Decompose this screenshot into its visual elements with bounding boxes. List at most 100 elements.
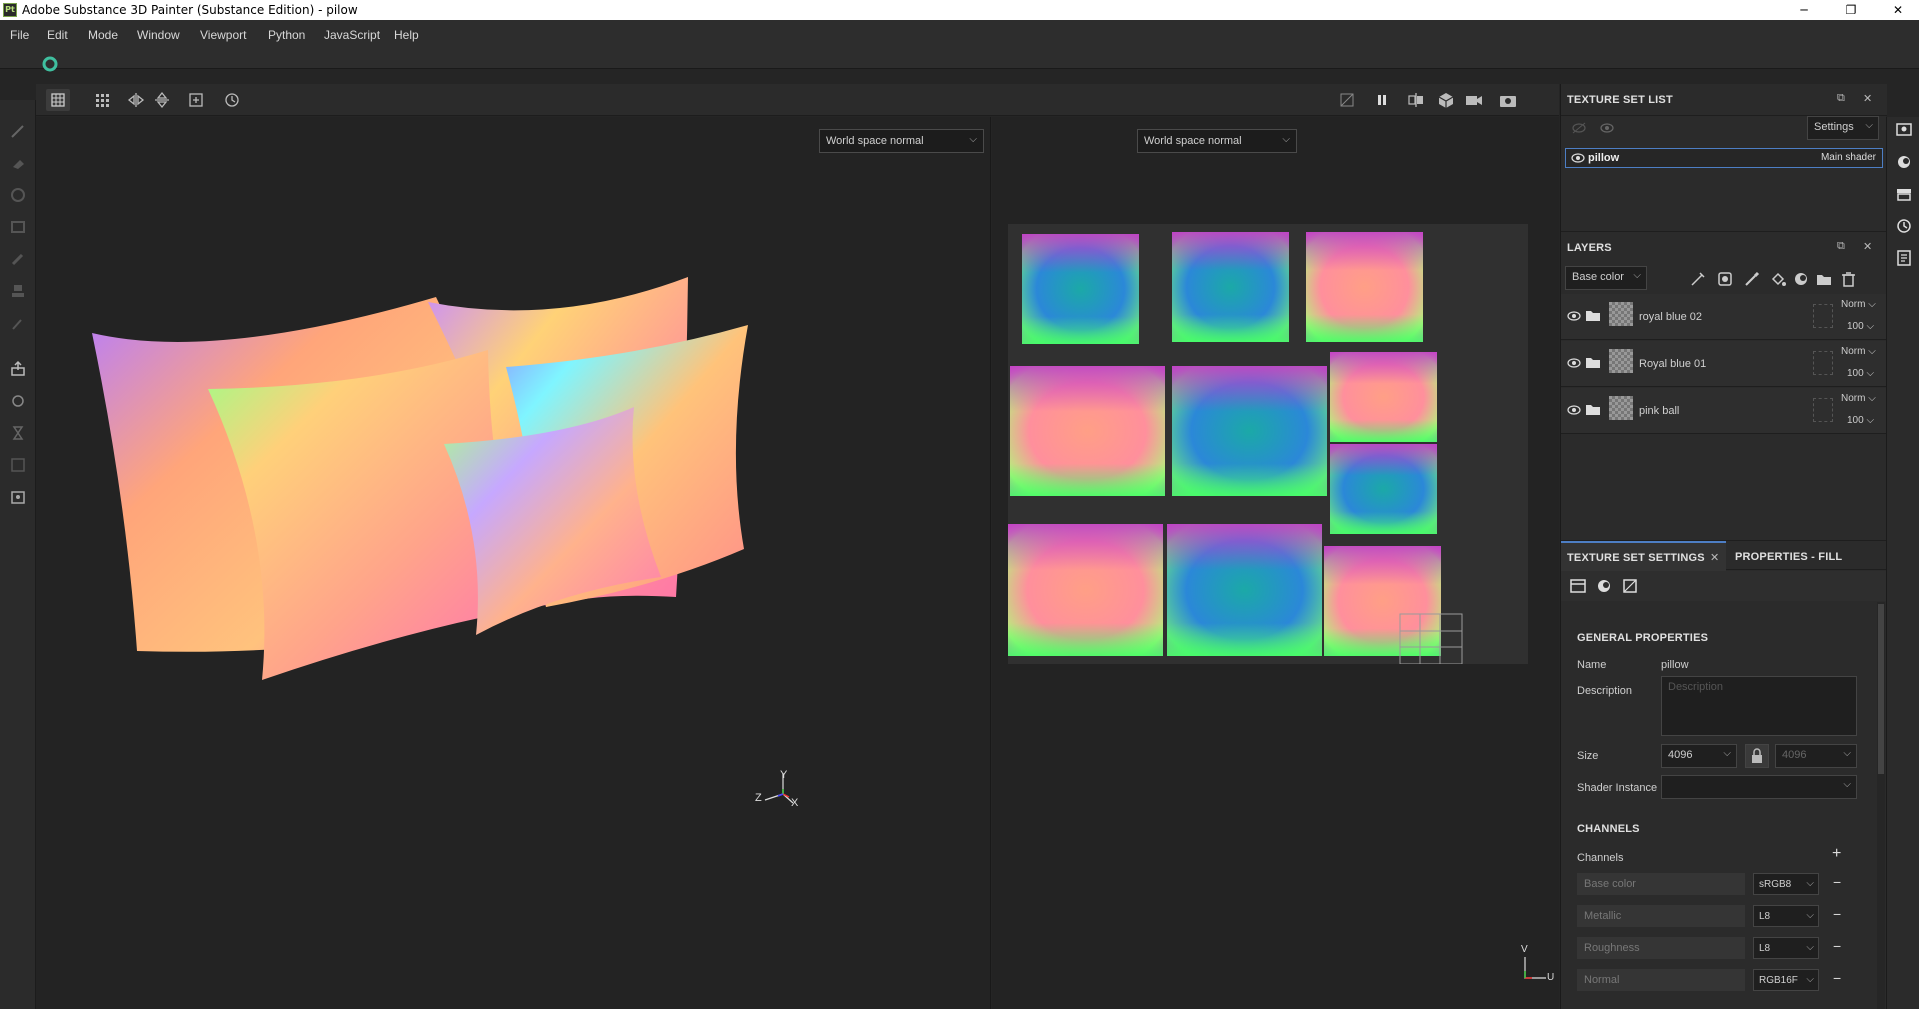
menu-edit[interactable]: Edit	[47, 28, 68, 42]
show-all-icon[interactable]	[1599, 122, 1615, 134]
add-fill-layer-icon[interactable]	[1769, 270, 1787, 288]
uv-settings-icon[interactable]	[1621, 577, 1639, 595]
camera-video-icon[interactable]	[1462, 89, 1486, 111]
layer-mask-slot[interactable]	[1813, 351, 1833, 375]
settings-scrollbar[interactable]	[1877, 602, 1885, 1009]
viewport-2d[interactable]: World space normal ⌵ V U	[992, 117, 1559, 1009]
history-icon[interactable]	[1895, 217, 1913, 235]
channel-format-select[interactable]: L8 ⌵	[1753, 905, 1819, 927]
tab-properties-fill[interactable]: PROPERTIES - FILL	[1729, 541, 1854, 571]
layer-mask-slot[interactable]	[1813, 304, 1833, 328]
close-tab-icon[interactable]: ✕	[1710, 551, 1719, 564]
shader-settings-icon[interactable]	[1595, 577, 1613, 595]
channel-format-select[interactable]: RGB16F ⌵	[1753, 969, 1819, 991]
layer-opacity[interactable]: 100 ⌵	[1847, 415, 1874, 426]
object-cube-icon[interactable]	[1434, 89, 1458, 111]
channel-format-select[interactable]: sRGB8 ⌵	[1753, 873, 1819, 895]
channel-format-select[interactable]: L8 ⌵	[1753, 937, 1819, 959]
add-paint-layer-icon[interactable]	[1743, 270, 1761, 288]
menu-window[interactable]: Window	[137, 28, 180, 42]
viewport-3d[interactable]: World space normal ⌵ Y Z X	[36, 117, 991, 1009]
layer-opacity[interactable]: 100 ⌵	[1847, 321, 1874, 332]
layer-row[interactable]: royal blue 02 Norm ⌵ 100 ⌵	[1561, 294, 1887, 340]
smudge-icon[interactable]	[9, 250, 27, 268]
scrollbar-thumb[interactable]	[1878, 604, 1884, 774]
layer-row[interactable]: Royal blue 01 Norm ⌵ 100 ⌵	[1561, 341, 1887, 387]
projection-icon[interactable]	[9, 186, 27, 204]
visibility-eye-icon[interactable]	[1571, 152, 1585, 164]
remove-channel-icon[interactable]: −	[1833, 970, 1841, 986]
bake-icon[interactable]	[9, 392, 27, 410]
pause-icon[interactable]	[1370, 89, 1394, 111]
layer-name[interactable]: royal blue 02	[1639, 311, 1702, 323]
add-effect-icon[interactable]	[1689, 270, 1707, 288]
symmetry-x-icon[interactable]	[124, 89, 148, 111]
layer-name[interactable]: Royal blue 01	[1639, 358, 1706, 370]
history-icon[interactable]	[220, 89, 244, 111]
color-picker-icon[interactable]	[9, 314, 27, 332]
close-panel-icon[interactable]: ✕	[1863, 92, 1872, 105]
menu-help[interactable]: Help	[394, 28, 419, 42]
screenshot-icon[interactable]	[9, 488, 27, 506]
float-panel-icon[interactable]: ⧉	[1837, 240, 1845, 253]
texture-set-item[interactable]: pillow Main shader	[1565, 148, 1883, 168]
float-panel-icon[interactable]: ⧉	[1837, 92, 1845, 105]
menu-mode[interactable]: Mode	[88, 28, 118, 42]
tile-view-icon[interactable]	[90, 89, 114, 111]
symmetry-y-icon[interactable]	[150, 89, 174, 111]
geometry-mask-icon[interactable]	[9, 218, 27, 236]
screenshot-camera-icon[interactable]	[1496, 89, 1520, 111]
visibility-eye-icon[interactable]	[1567, 404, 1581, 416]
history-brush-icon[interactable]	[9, 424, 27, 442]
layer-blend-mode[interactable]: Norm ⌵	[1841, 393, 1876, 404]
lock-size-icon[interactable]	[1745, 744, 1769, 768]
menu-javascript[interactable]: JavaScript	[324, 28, 380, 42]
eraser-icon[interactable]	[9, 154, 27, 172]
remove-channel-icon[interactable]: −	[1833, 938, 1841, 954]
export-icon[interactable]	[9, 360, 27, 378]
layer-mask-slot[interactable]	[1813, 398, 1833, 422]
menu-python[interactable]: Python	[268, 28, 305, 42]
layer-blend-mode[interactable]: Norm ⌵	[1841, 299, 1876, 310]
delete-layer-icon[interactable]	[1839, 270, 1857, 288]
visibility-eye-icon[interactable]	[1567, 357, 1581, 369]
add-folder-icon[interactable]	[1815, 270, 1833, 288]
remove-channel-icon[interactable]: −	[1833, 874, 1841, 890]
texture-set-settings-icon[interactable]	[1569, 577, 1587, 595]
menu-file[interactable]: File	[10, 28, 29, 42]
layer-channel-select[interactable]: Base color ⌵	[1565, 266, 1647, 290]
layer-name[interactable]: pink ball	[1639, 405, 1679, 417]
hide-all-icon[interactable]	[1571, 122, 1587, 134]
shelf-icon[interactable]	[1895, 185, 1913, 203]
menu-viewport[interactable]: Viewport	[200, 28, 246, 42]
close-button[interactable]: ✕	[1883, 2, 1913, 18]
clone-stamp-icon[interactable]	[9, 282, 27, 300]
hide-ui-icon[interactable]	[1335, 89, 1359, 111]
add-frame-icon[interactable]	[184, 89, 208, 111]
close-panel-icon[interactable]: ✕	[1863, 240, 1872, 253]
visibility-eye-icon[interactable]	[1567, 310, 1581, 322]
texture-set-shader[interactable]: Main shader	[1821, 152, 1876, 163]
grid-view-icon[interactable]	[46, 89, 70, 111]
add-mask-icon[interactable]	[1716, 270, 1734, 288]
tab-texture-set-settings[interactable]: TEXTURE SET SETTINGS ✕	[1561, 541, 1726, 571]
minimize-button[interactable]: ─	[1789, 2, 1819, 18]
layer-blend-mode[interactable]: Norm ⌵	[1841, 346, 1876, 357]
texture-set-settings-select[interactable]: Settings ⌵	[1807, 116, 1879, 140]
size-select[interactable]: 4096 ⌵	[1661, 744, 1737, 768]
maximize-button[interactable]: ❐	[1836, 2, 1866, 18]
display-settings-icon[interactable]	[1895, 121, 1913, 139]
paint-brush-icon[interactable]	[9, 122, 27, 140]
layer-row[interactable]: pink ball Norm ⌵ 100 ⌵	[1561, 388, 1887, 434]
remove-channel-icon[interactable]: −	[1833, 906, 1841, 922]
uv-icon[interactable]	[9, 456, 27, 474]
description-field[interactable]: Description	[1661, 676, 1857, 736]
layer-opacity[interactable]: 100 ⌵	[1847, 368, 1874, 379]
split-view-icon[interactable]	[1404, 89, 1428, 111]
sync-status-icon[interactable]	[42, 56, 58, 72]
add-smart-material-icon[interactable]	[1792, 270, 1810, 288]
add-channel-icon[interactable]: +	[1832, 845, 1841, 863]
shader-settings-icon[interactable]	[1895, 153, 1913, 171]
log-icon[interactable]	[1895, 249, 1913, 267]
shader-instance-select[interactable]: ⌵	[1661, 775, 1857, 799]
